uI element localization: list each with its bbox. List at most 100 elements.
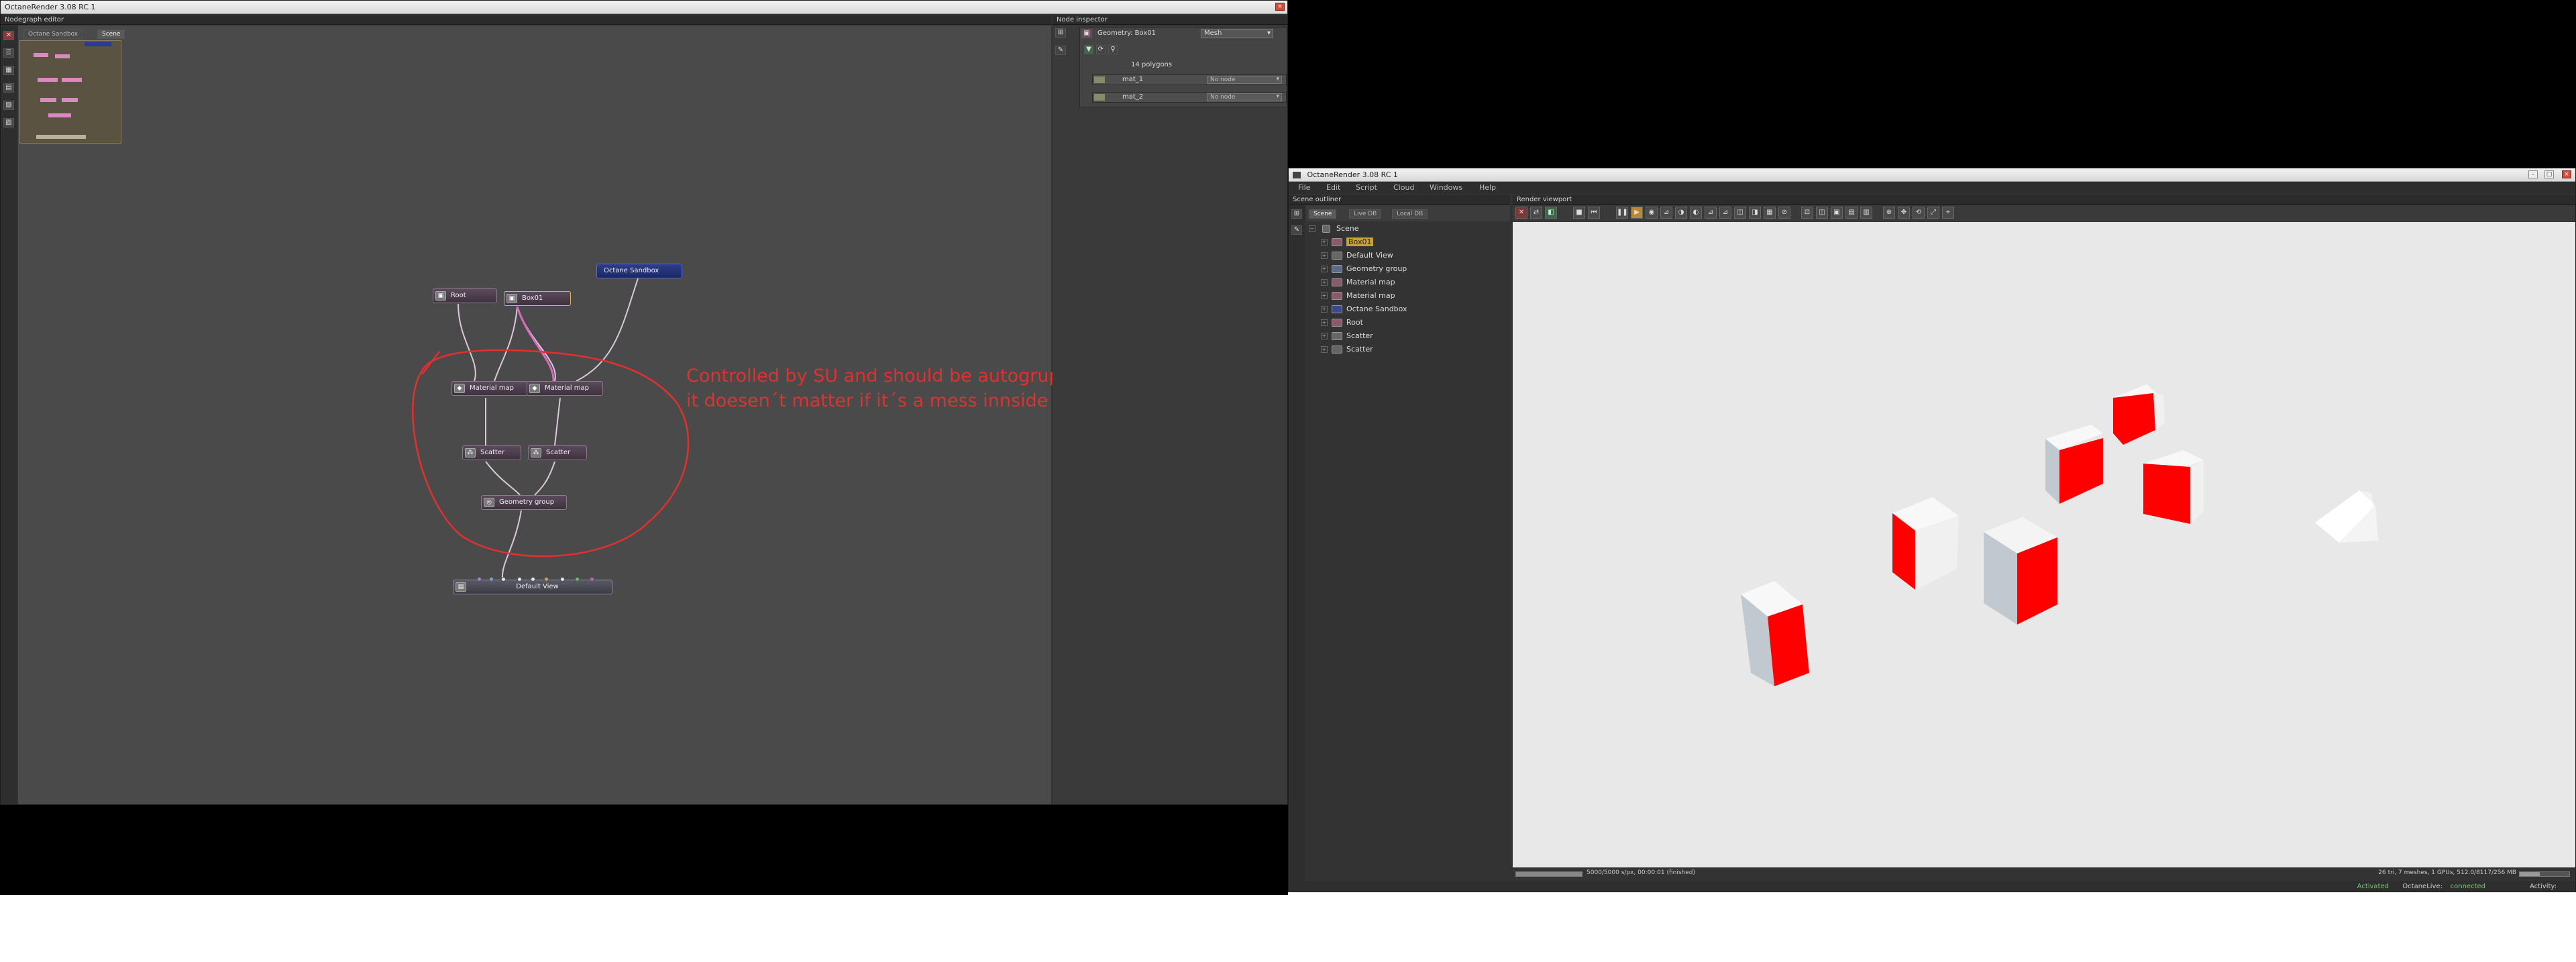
node-geometry-group[interactable]: ◎ Geometry group [481,495,567,510]
tool-icon[interactable]: ⊘ [1778,207,1790,219]
outliner-item-scatter-1[interactable]: + Scatter [1321,331,1373,343]
node-root[interactable]: ▣ Root [433,288,497,303]
input-port[interactable] [517,577,522,582]
expand-icon[interactable]: + [1321,346,1328,353]
node-material-map-1[interactable]: ◆ Material map [451,381,528,396]
stop-icon[interactable]: ■ [1573,207,1585,219]
node-box01[interactable]: ▣ Box01 [504,291,571,306]
tool-icon[interactable]: ▥ [1860,207,1872,219]
menu-edit[interactable]: Edit [1326,182,1340,194]
outliner-item-octane-sandbox[interactable]: + Octane Sandbox [1321,305,1407,317]
inspector-tool-icon[interactable]: ✎ [1055,46,1066,55]
input-port[interactable] [531,577,535,582]
input-port[interactable] [590,577,594,582]
outliner-item-material-map-2[interactable]: + Material map [1321,291,1395,303]
tool-icon[interactable]: ◫ [1734,207,1746,219]
right-close-button[interactable]: × [2562,170,2571,178]
tab-live-db[interactable]: Live DB [1349,209,1382,219]
expand-icon[interactable]: + [1321,306,1328,313]
tool-icon[interactable]: ◨ [1749,207,1761,219]
input-port[interactable] [560,577,565,582]
tool-icon[interactable]: ▦ [1764,207,1776,219]
tool-icon[interactable]: ◉ [1646,207,1658,219]
menu-cloud[interactable]: Cloud [1393,182,1414,194]
mesh-tool-2-icon[interactable]: ⟳ [1096,45,1106,54]
nodegraph-tool-4-icon[interactable]: ▤ [3,83,14,93]
tool-icon[interactable]: ⌖ [1942,207,1954,219]
tool-icon[interactable]: ⊿ [1719,207,1731,219]
slot-row-2[interactable]: mat_2 No node ▾ [1092,92,1287,103]
tool-icon[interactable]: ◐ [1690,207,1702,219]
slot-select[interactable]: No node ▾ [1207,93,1282,101]
outliner-root-scene[interactable]: − Scene [1309,224,1359,236]
node-default-view[interactable]: ▤ Default View [453,580,612,594]
tool-icon[interactable]: ⊿ [1660,207,1672,219]
nodegraph-tool-3-icon[interactable]: ▦ [3,66,14,75]
nodegraph-tool-1-icon[interactable]: ✕ [3,31,14,40]
slot-row-1[interactable]: mat_1 No node ▾ [1092,74,1287,85]
recompile-icon[interactable]: ✕ [1515,207,1527,219]
menu-help[interactable]: Help [1479,182,1496,194]
input-port[interactable] [544,577,549,582]
tool-icon[interactable]: ◫ [1816,207,1828,219]
outliner-item-scatter-2[interactable]: + Scatter [1321,345,1373,357]
expand-icon[interactable]: + [1321,279,1328,286]
nodegraph-tool-2-icon[interactable]: ☰ [3,48,14,58]
tool-icon[interactable]: ◧ [1545,207,1557,219]
fit-icon[interactable]: ⤢ [1927,207,1939,219]
nodegraph-tool-5-icon[interactable]: ▧ [3,101,14,110]
node-material-map-2[interactable]: ◆ Material map [527,381,603,396]
left-close-button[interactable]: × [1275,3,1285,11]
expand-icon[interactable]: + [1321,252,1328,259]
pause-icon[interactable]: ❚❚ [1616,207,1628,219]
menu-file[interactable]: File [1298,182,1310,194]
expand-icon[interactable]: + [1321,266,1328,272]
inspector-pin-icon[interactable]: ⊞ [1055,28,1066,38]
mesh-tool-1-icon[interactable]: ▼ [1084,45,1093,54]
tool-icon[interactable]: ◑ [1675,207,1687,219]
input-port[interactable] [489,577,494,582]
render-image[interactable] [1513,222,2575,867]
play-icon[interactable]: ▶ [1631,207,1643,219]
menu-script[interactable]: Script [1356,182,1377,194]
minimize-button[interactable]: – [2528,170,2538,178]
tab-local-db[interactable]: Local DB [1392,209,1428,219]
left-window-titlebar[interactable]: OctaneRender 3.08 RC 1 × [1,1,1287,14]
outliner-item-default-view[interactable]: + Default View [1321,251,1393,263]
outliner-item-geometry-group[interactable]: + Geometry group [1321,264,1407,276]
collapse-icon[interactable]: − [1309,225,1316,232]
node-scatter-2[interactable]: ⁂ Scatter [528,445,587,460]
type-select[interactable]: Mesh ▾ [1201,29,1273,38]
expand-icon[interactable]: + [1321,333,1328,339]
mesh-tool-3-icon[interactable]: ⚲ [1108,45,1118,54]
tool-icon[interactable]: ⇄ [1530,207,1542,219]
tool-icon[interactable]: ▣ [1831,207,1843,219]
outliner-tool-2-icon[interactable]: ✎ [1291,225,1302,235]
tab-outliner-scene[interactable]: Scene [1309,209,1337,219]
input-port[interactable] [477,577,482,582]
expand-icon[interactable]: + [1321,319,1328,326]
maximize-button[interactable]: □ [2544,170,2554,178]
menu-windows[interactable]: Windows [1430,182,1462,194]
reset-icon[interactable]: ⟲ [1913,207,1925,219]
outliner-item-root[interactable]: + Root [1321,318,1363,330]
node-octane-sandbox[interactable]: Octane Sandbox [596,264,682,278]
slot-select[interactable]: No node ▾ [1207,76,1282,84]
expand-icon[interactable]: + [1321,292,1328,299]
outliner-tool-1-icon[interactable]: ⊞ [1291,209,1302,219]
input-port[interactable] [575,577,580,582]
zoom-icon[interactable]: ⊕ [1883,207,1895,219]
tool-icon[interactable]: ▤ [1845,207,1858,219]
right-window-titlebar[interactable]: OctaneRender 3.08 RC 1 – □ × [1289,168,2575,182]
restart-icon[interactable]: ⏮ [1588,207,1600,219]
node-scatter-1[interactable]: ⁂ Scatter [462,445,521,460]
tool-icon[interactable]: ⊿ [1705,207,1717,219]
expand-icon[interactable]: + [1321,239,1328,246]
nodegraph-canvas[interactable]: Octane Sandbox Scene ▣ Root ▣ Box01 Octa… [18,25,1151,804]
outliner-item-box01[interactable]: + Box01 [1321,237,1374,250]
pan-icon[interactable]: ✥ [1898,207,1910,219]
tool-icon[interactable]: ⊡ [1801,207,1813,219]
outliner-item-material-map-1[interactable]: + Material map [1321,278,1395,290]
input-port[interactable] [501,577,506,582]
nodegraph-tool-6-icon[interactable]: ▨ [3,118,14,127]
